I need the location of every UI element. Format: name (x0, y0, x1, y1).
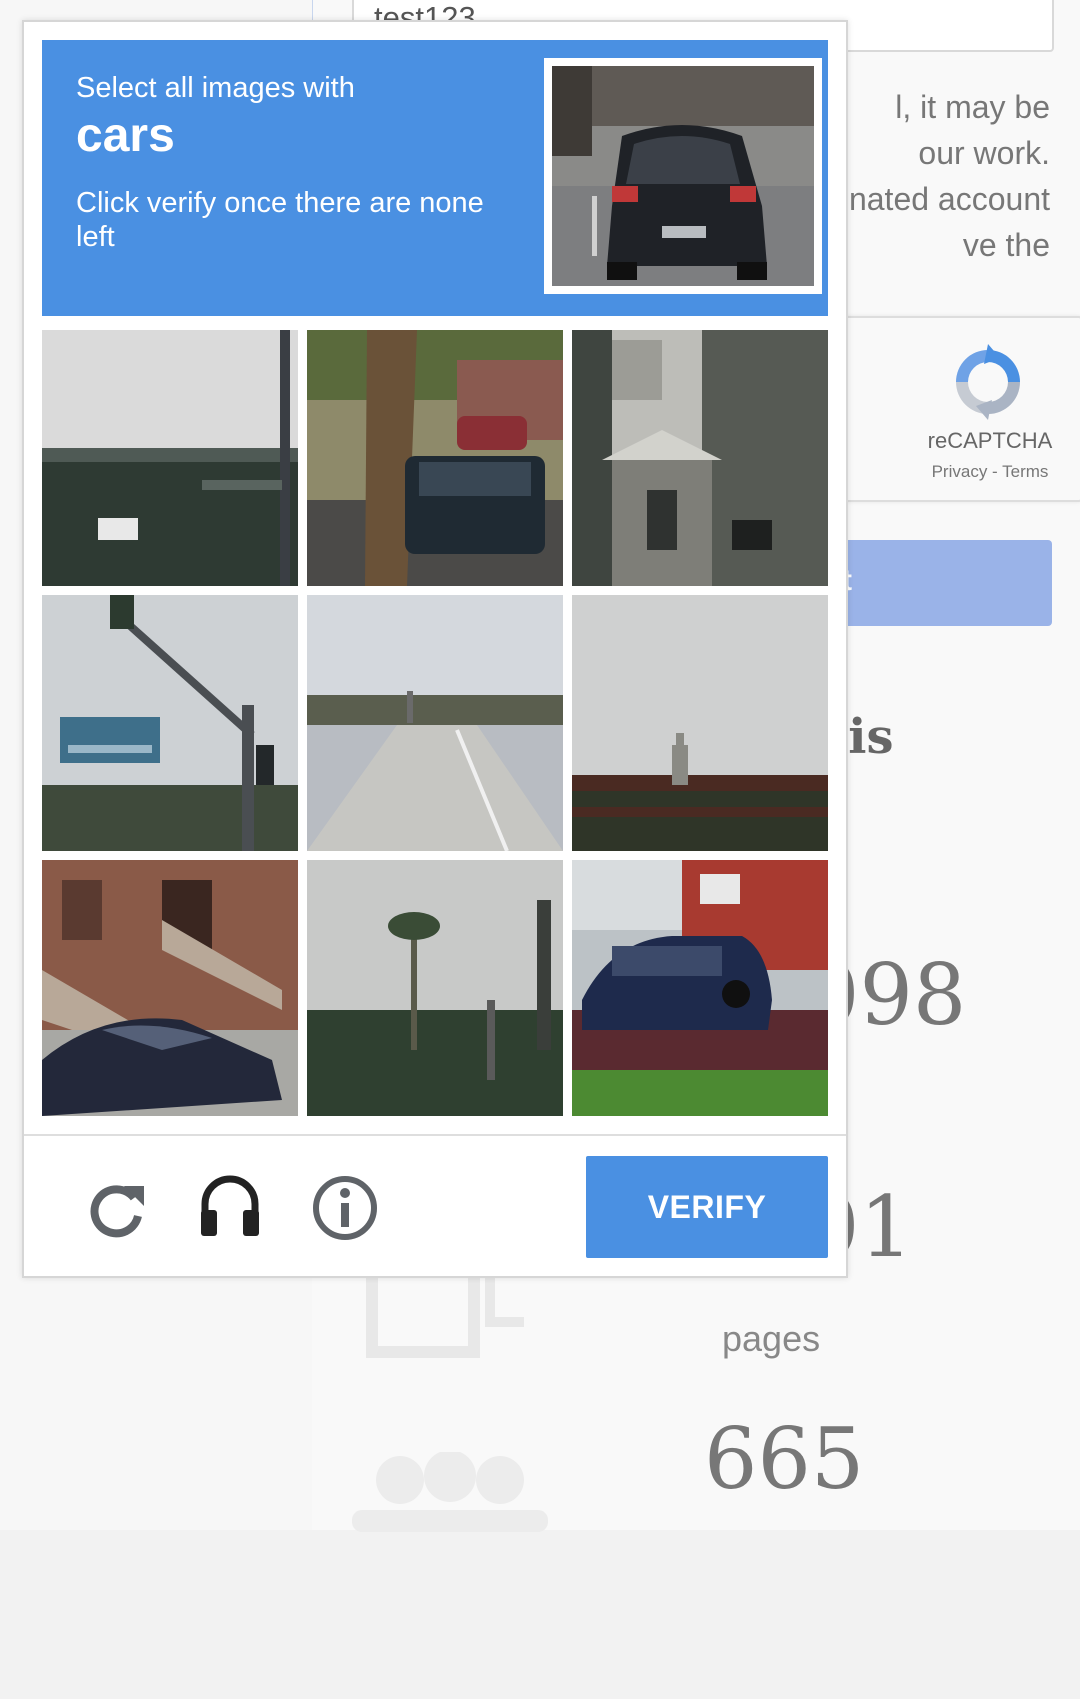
captcha-dialog: Select all images with cars Click verify… (22, 20, 848, 1278)
users-icon (352, 1452, 548, 1532)
stat-label: pages (722, 1318, 821, 1359)
headphones-icon[interactable] (195, 1170, 265, 1240)
captcha-image-grid (42, 330, 828, 1116)
wall-overpass-tile (42, 330, 298, 586)
grid-tile-7[interactable] (42, 860, 298, 1116)
grid-tile-9[interactable] (572, 860, 828, 1116)
grid-tile-4[interactable] (42, 595, 298, 851)
grid-tile-8[interactable] (307, 860, 563, 1116)
captcha-prompt-line: Select all images with (76, 72, 355, 104)
traffic-light-sign-tile (42, 595, 298, 851)
dialog-footer-divider (24, 1134, 846, 1136)
info-icon[interactable] (310, 1173, 380, 1243)
recaptcha-badge-links[interactable]: Privacy - Terms (920, 462, 1060, 482)
recaptcha-logo-icon (956, 344, 1020, 420)
tree-van-car-tile (307, 330, 563, 586)
sample-car-image (552, 66, 814, 286)
empty-road-tile (307, 595, 563, 851)
palm-tree-tile (307, 860, 563, 1116)
house-tile (572, 330, 828, 586)
grid-tile-5[interactable] (307, 595, 563, 851)
stat-value: 665 (704, 1410, 865, 1508)
sample-image-frame (544, 58, 822, 294)
grid-tile-3[interactable] (572, 330, 828, 586)
captcha-prompt-instructions: Click verify once there are none left (76, 187, 484, 253)
captcha-prompt-object: cars (76, 109, 175, 162)
recaptcha-badge-title: reCAPTCHA (927, 428, 1053, 453)
page-footer (0, 1530, 1080, 1699)
verify-button[interactable]: VERIFY (586, 1156, 828, 1258)
reload-icon[interactable] (82, 1172, 152, 1242)
suv-house-tile (572, 860, 828, 1116)
grid-tile-6[interactable] (572, 595, 828, 851)
captcha-header: Select all images with cars Click verify… (42, 40, 828, 316)
grid-tile-1[interactable] (42, 330, 298, 586)
bridge-tower-tile (572, 595, 828, 851)
grid-tile-2[interactable] (307, 330, 563, 586)
brownstone-sedan-tile (42, 860, 298, 1116)
